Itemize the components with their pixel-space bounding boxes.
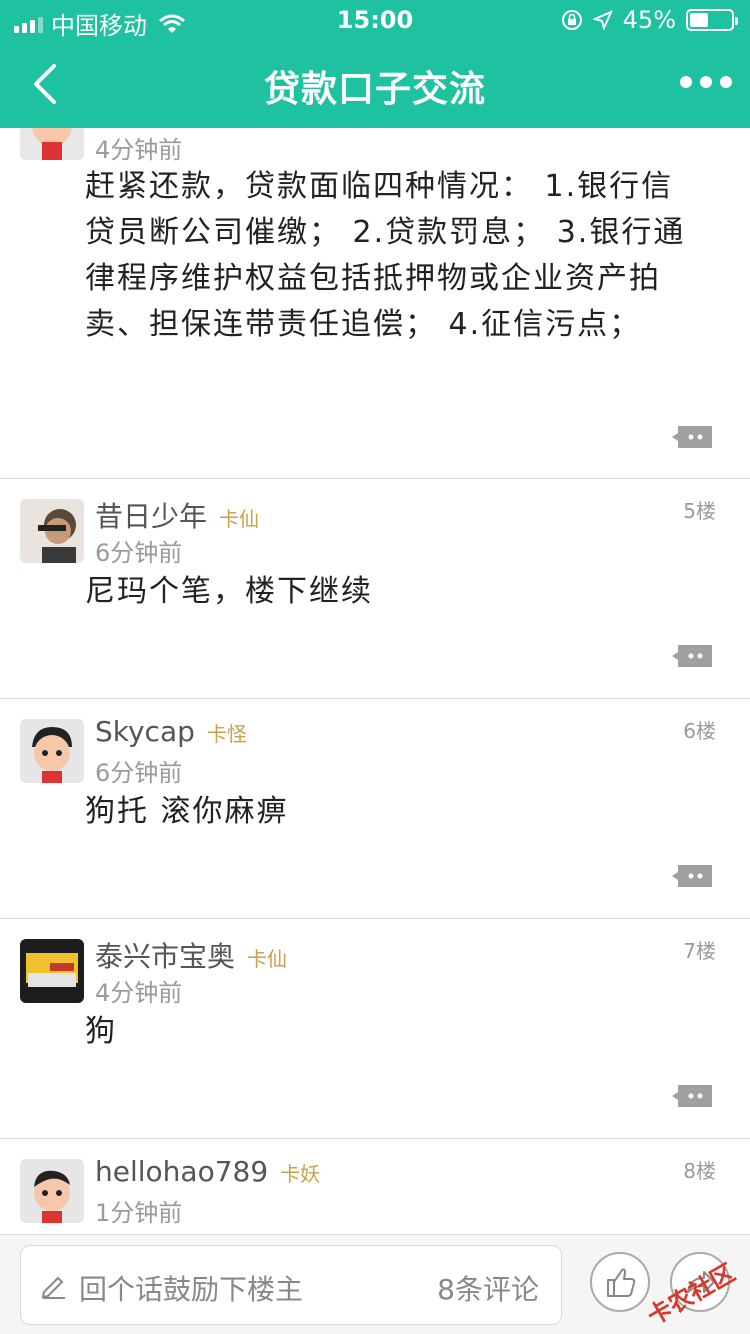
comment-count[interactable]: 8条评论 xyxy=(437,1268,539,1308)
user-badge: 卡仙 xyxy=(219,507,260,531)
username[interactable]: hellohao789 卡妖 xyxy=(95,1155,320,1188)
comment-item: Skycap 卡怪 6楼 6分钟前 狗托 滚你麻痹 xyxy=(0,699,750,919)
bottom-bar: 回个话鼓励下楼主 8条评论 卡农社区 xyxy=(0,1234,750,1334)
more-dot xyxy=(720,76,732,88)
comment-text: 狗托 滚你麻痹 xyxy=(85,794,289,829)
comment-text: 赶紧还款，贷款面临四种情况： 1.银行信贷员断公司催缴； 2.贷款罚息； 3.银… xyxy=(85,169,686,342)
post-time: 1分钟前 xyxy=(95,1199,183,1227)
username-text[interactable]: 泰兴市宝奥 xyxy=(95,940,235,973)
username-text[interactable]: 昔日少年 xyxy=(95,500,207,533)
comment-text: 尼玛个笔，楼下继续 xyxy=(85,574,373,609)
post-time: 4分钟前 xyxy=(95,979,183,1007)
username[interactable]: 昔日少年 卡仙 xyxy=(95,495,259,535)
avatar[interactable] xyxy=(20,719,84,783)
avatar[interactable] xyxy=(20,499,84,563)
top-bar: 中国移动 15:00 45% 贷款口子交流 xyxy=(0,0,750,128)
more-button[interactable] xyxy=(680,76,732,88)
floor-number: 7楼 xyxy=(683,939,716,963)
post-time: 6分钟前 xyxy=(95,539,183,567)
user-badge: 卡怪 xyxy=(206,722,247,746)
comment-item: 泰兴市宝奥 卡仙 7楼 4分钟前 狗 xyxy=(0,919,750,1139)
comment-input[interactable]: 回个话鼓励下楼主 8条评论 xyxy=(20,1245,562,1325)
reply-icon[interactable] xyxy=(672,863,714,889)
floor-number: 8楼 xyxy=(683,1159,716,1183)
comment-item: hellohao789 卡妖 8楼 1分钟前 xyxy=(0,1139,750,1234)
username-text[interactable]: hellohao789 xyxy=(95,1155,268,1188)
page-title: 贷款口子交流 xyxy=(263,69,486,110)
comment-item: 昔日少年 卡仙 5楼 6分钟前 尼玛个笔，楼下继续 xyxy=(0,479,750,699)
more-dot xyxy=(680,76,692,88)
comment-item: 4分钟前 赶紧还款，贷款面临四种情况： 1.银行信贷员断公司催缴； 2.贷款罚息… xyxy=(0,128,750,479)
post-time: 6分钟前 xyxy=(95,759,183,787)
avatar[interactable] xyxy=(20,1159,84,1223)
floor-number: 5楼 xyxy=(683,499,716,523)
reply-icon[interactable] xyxy=(672,643,714,669)
status-bar: 中国移动 15:00 45% xyxy=(0,0,750,40)
battery-icon xyxy=(686,9,738,31)
status-right: 45% xyxy=(561,6,738,34)
more-dot xyxy=(700,76,712,88)
pen-icon xyxy=(41,1276,65,1299)
comment-placeholder: 回个话鼓励下楼主 xyxy=(79,1273,304,1306)
location-arrow-icon xyxy=(592,10,613,30)
username-text[interactable]: Skycap xyxy=(95,715,195,748)
battery-percent: 45% xyxy=(622,6,676,34)
post-time: 4分钟前 xyxy=(95,136,183,164)
reply-icon[interactable] xyxy=(672,424,714,450)
reply-icon[interactable] xyxy=(672,1083,714,1109)
floor-number: 6楼 xyxy=(683,719,716,743)
comment-text: 狗 xyxy=(85,1014,117,1049)
avatar[interactable] xyxy=(20,939,84,1003)
user-badge: 卡妖 xyxy=(280,1162,321,1186)
nav-bar: 贷款口子交流 xyxy=(0,40,750,128)
username[interactable]: Skycap 卡怪 xyxy=(95,715,247,748)
username[interactable]: 泰兴市宝奥 卡仙 xyxy=(95,935,287,975)
user-badge: 卡仙 xyxy=(247,947,288,971)
avatar[interactable] xyxy=(20,128,84,160)
rotation-lock-icon xyxy=(561,10,582,30)
comment-feed[interactable]: 4分钟前 赶紧还款，贷款面临四种情况： 1.银行信贷员断公司催缴； 2.贷款罚息… xyxy=(0,128,750,1234)
